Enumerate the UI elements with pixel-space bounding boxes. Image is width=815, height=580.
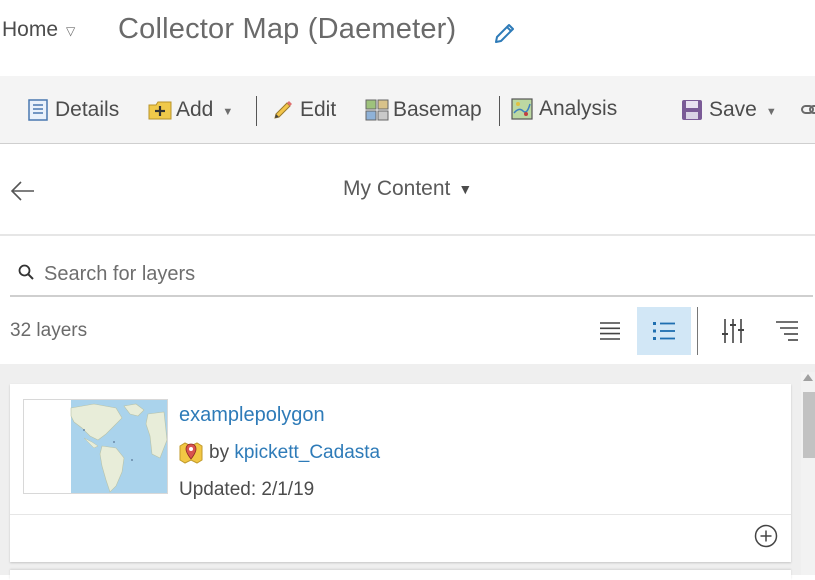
content-source-label: My Content	[343, 177, 451, 200]
layer-count: 32 layers	[10, 320, 88, 341]
basemap-button[interactable]: Basemap	[365, 96, 482, 124]
add-layer-plus-icon[interactable]	[753, 523, 779, 549]
home-menu[interactable]: Home ▽	[2, 18, 75, 42]
layer-thumbnail[interactable]	[23, 399, 168, 494]
edit-title-pencil-icon[interactable]	[490, 18, 518, 48]
card-divider	[10, 514, 791, 515]
sort-button[interactable]	[760, 307, 814, 355]
view-divider	[697, 307, 698, 355]
detailed-view-button[interactable]	[637, 307, 691, 355]
save-disk-icon	[681, 99, 703, 121]
world-map-thumbnail-image	[24, 400, 167, 493]
pencil-icon	[272, 99, 294, 121]
owner-line: by kpickett_Cadasta	[209, 442, 380, 464]
chevron-down-icon: ▼	[222, 105, 234, 118]
list-view-button[interactable]	[583, 307, 637, 355]
filter-button[interactable]	[706, 307, 760, 355]
analysis-label: Analysis	[539, 97, 618, 120]
header-divider	[0, 234, 815, 236]
caret-down-icon: ▼	[458, 181, 473, 197]
details-label: Details	[55, 98, 120, 121]
link-icon	[801, 99, 815, 121]
updated-date: Updated: 2/1/19	[179, 479, 315, 500]
chevron-down-icon: ▽	[66, 24, 76, 38]
layer-card-next	[10, 570, 791, 580]
chevron-down-icon: ▼	[765, 105, 777, 118]
filter-sliders-icon	[722, 319, 744, 343]
save-button[interactable]: Save ▼	[681, 96, 777, 124]
add-button[interactable]: Add ▼	[148, 96, 233, 124]
content-source-dropdown[interactable]: My Content ▼	[343, 177, 472, 201]
add-layer-icon	[148, 99, 172, 121]
details-button[interactable]: Details	[27, 96, 119, 124]
edit-button[interactable]: Edit	[272, 96, 336, 124]
basemap-grid-icon	[365, 99, 389, 121]
layer-title-link[interactable]: examplepolygon	[179, 404, 325, 427]
owner-link[interactable]: kpickett_Cadasta	[234, 442, 380, 463]
save-label: Save	[709, 98, 757, 121]
back-arrow-icon[interactable]	[8, 176, 38, 206]
analysis-map-icon	[511, 98, 533, 120]
home-label: Home	[2, 18, 59, 41]
by-prefix: by	[209, 442, 230, 463]
edit-label: Edit	[300, 98, 337, 121]
toolbar-divider	[256, 96, 257, 126]
share-link-button[interactable]	[801, 96, 815, 124]
search-icon	[18, 264, 34, 280]
list-view-icon	[600, 322, 620, 340]
map-toolbar: Details Add ▼ Edit Basemap Analysis Save…	[0, 76, 815, 144]
search-input[interactable]	[42, 258, 806, 290]
feature-layer-icon	[179, 440, 203, 464]
details-icon	[27, 99, 49, 121]
map-title: Collector Map (Daemeter)	[118, 13, 457, 45]
add-label: Add	[176, 98, 214, 121]
toolbar-divider	[499, 96, 500, 126]
scrollbar-thumb[interactable]	[803, 392, 815, 458]
detailed-list-icon	[653, 322, 675, 340]
basemap-label: Basemap	[393, 98, 482, 121]
sort-lines-icon	[776, 321, 798, 341]
scroll-up-arrow-icon[interactable]	[803, 374, 813, 381]
analysis-button[interactable]: Analysis	[511, 95, 617, 123]
